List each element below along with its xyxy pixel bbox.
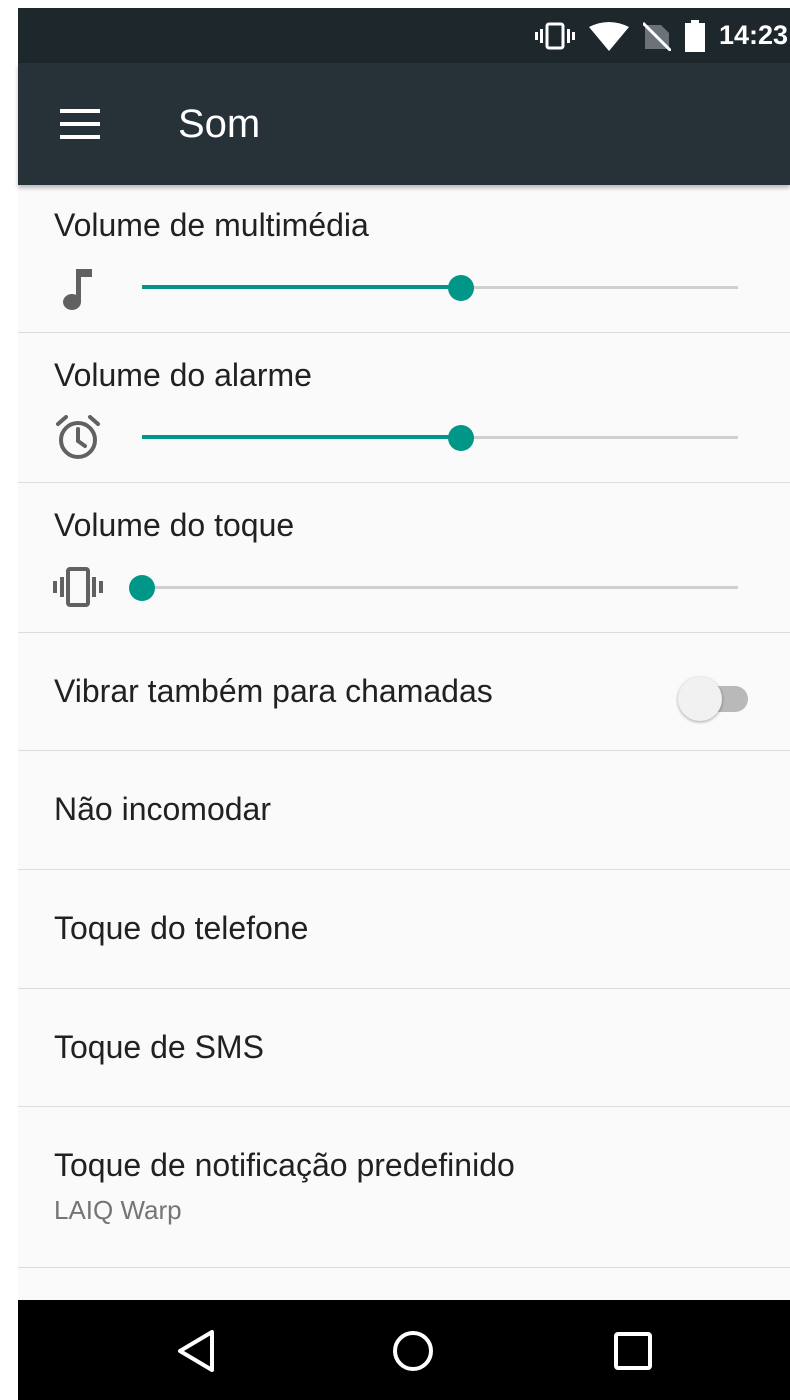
wifi-icon	[588, 21, 629, 51]
music-note-icon	[63, 269, 92, 310]
battery-icon	[684, 19, 705, 52]
vibrate-calls-row[interactable]: Vibrar também para chamadas	[18, 633, 790, 751]
alarm-icon	[56, 415, 100, 459]
slider-thumb[interactable]	[129, 575, 155, 601]
media-volume-row: Volume de multimédia	[18, 185, 790, 333]
sms-ringtone-label: Toque de SMS	[54, 1029, 264, 1065]
alarm-volume-label: Volume do alarme	[54, 357, 312, 393]
phone-ringtone-label: Toque do telefone	[54, 910, 309, 946]
ring-volume-label: Volume do toque	[54, 507, 295, 543]
slider-thumb[interactable]	[448, 425, 474, 451]
ring-volume-slider[interactable]	[129, 573, 738, 603]
phone-ringtone-row[interactable]: Toque do telefone	[18, 870, 790, 989]
slider-fill	[142, 285, 461, 289]
settings-list: Volume de multimédia Volume do alarme Vo…	[18, 185, 790, 1300]
vibrate-calls-switch[interactable]	[678, 677, 752, 721]
ring-volume-row: Volume do toque	[18, 483, 790, 633]
slider-thumb[interactable]	[448, 275, 474, 301]
default-notification-row[interactable]: Toque de notificação predefinido LAIQ Wa…	[18, 1107, 790, 1268]
no-sim-icon	[642, 21, 671, 51]
status-bar: 14:23	[18, 8, 790, 63]
status-icons: 14:23	[534, 8, 790, 63]
media-volume-slider[interactable]	[142, 273, 738, 303]
switch-thumb	[678, 677, 722, 721]
vibrate-icon	[53, 567, 103, 607]
home-icon[interactable]	[390, 1328, 436, 1374]
recents-icon[interactable]	[610, 1328, 656, 1374]
alarm-volume-slider[interactable]	[142, 423, 738, 453]
do-not-disturb-row[interactable]: Não incomodar	[18, 751, 790, 870]
media-volume-label: Volume de multimédia	[54, 207, 369, 243]
vibrate-calls-label: Vibrar também para chamadas	[54, 673, 493, 709]
slider-fill	[142, 435, 461, 439]
page-title: Som	[178, 102, 261, 146]
default-notification-summary: LAIQ Warp	[54, 1195, 182, 1225]
toolbar: Som	[18, 63, 790, 185]
do-not-disturb-label: Não incomodar	[54, 791, 271, 827]
navigation-bar	[18, 1300, 790, 1400]
screen: 14:23 Som Volume de multimédia Volume do…	[0, 0, 790, 1400]
status-time: 14:23	[718, 20, 788, 50]
default-notification-label: Toque de notificação predefinido	[54, 1147, 515, 1183]
back-icon[interactable]	[174, 1328, 220, 1374]
slider-track	[142, 586, 738, 589]
vibrate-icon	[534, 22, 575, 49]
alarm-volume-row: Volume do alarme	[18, 333, 790, 483]
sms-ringtone-row[interactable]: Toque de SMS	[18, 989, 790, 1107]
menu-icon[interactable]	[58, 107, 102, 141]
